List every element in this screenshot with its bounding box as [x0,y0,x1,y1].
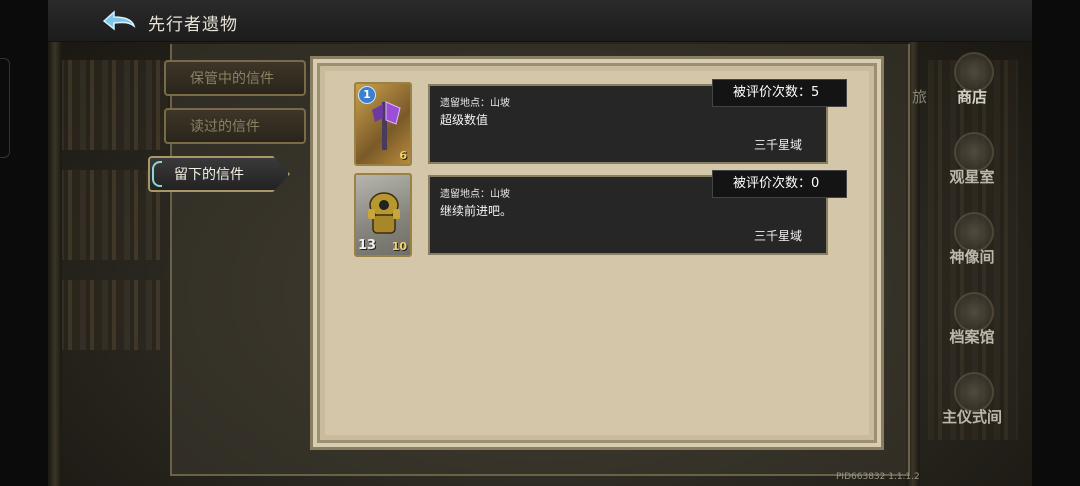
card-stat-left: 13 [358,238,377,253]
tab-label: 留下的信件 [174,167,244,183]
nav-label: 商店 [956,88,987,106]
nav-label: 主仪式间 [941,408,1002,426]
tab-left-letters[interactable]: 留下的信件 [148,156,290,192]
back-arrow-icon[interactable] [98,6,138,36]
nav-ritual-hall[interactable]: 主仪式间 [920,372,1024,442]
rating-count: 被评价次数：5 [712,79,847,107]
nav-label: 档案馆 [949,328,995,346]
screen-letterbox-right [1032,0,1080,486]
bookshelf [58,60,168,150]
letter-row[interactable]: 1 6 遗留地点：山坡 超级数值 三千星域 被评价次数：5 [354,79,847,166]
nav-label: 神像间 [949,248,995,266]
page-title: 先行者遗物 [148,15,238,35]
letter-message: 继续前进吧。 [440,204,513,218]
nav-statue-room[interactable]: 神像间 [920,212,1024,282]
letter-server: 三千星域 [753,138,802,152]
tab-label: 保管中的信件 [190,71,274,87]
nav-observatory[interactable]: 观星室 [920,132,1024,202]
card-thumbnail[interactable]: 13 10 [354,173,412,257]
armored-golem-icon [368,192,400,234]
tab-kept-letters[interactable]: 保管中的信件 [164,60,306,96]
card-stat-right: 10 [391,240,407,253]
pillar [48,40,62,486]
letter-location: 遗留地点：山坡 [440,189,510,200]
bookshelf [58,280,168,350]
axe-weapon-icon [372,101,401,150]
card-thumbnail[interactable]: 1 6 [354,82,412,166]
nav-shop[interactable]: 商店 [920,52,1024,122]
build-id: PID663832 1.1.1.2 [836,472,920,482]
letter-server: 三千星域 [753,229,802,243]
letter-message: 超级数值 [440,113,489,127]
top-bar: 先行者遗物 [48,0,1032,42]
tab-label: 读过的信件 [190,119,260,135]
card-cost-badge: 1 [358,86,376,104]
letter-location: 遗留地点：山坡 [440,98,510,109]
card-stat-right: 6 [399,149,407,162]
tab-read-letters[interactable]: 读过的信件 [164,108,306,144]
rating-count: 被评价次数：0 [712,170,847,198]
tab-selected-marker [152,161,162,187]
nav-archive[interactable]: 档案馆 [920,292,1024,362]
nav-label: 观星室 [949,168,995,186]
device-notch [0,58,10,158]
letter-row[interactable]: 13 10 遗留地点：山坡 继续前进吧。 三千星域 被评价次数：0 [354,170,847,257]
